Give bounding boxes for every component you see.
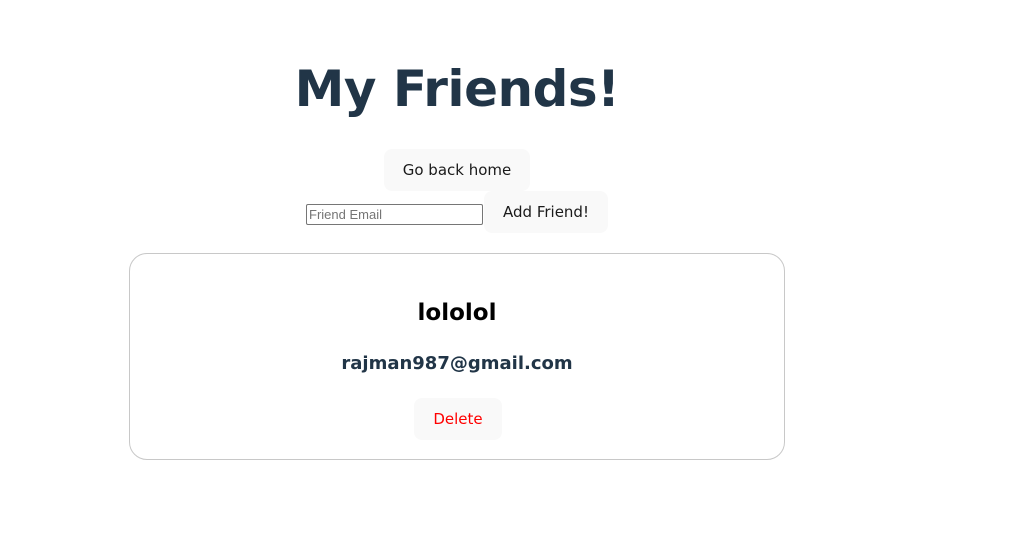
go-back-home-button[interactable]: Go back home <box>384 149 530 191</box>
friends-page: My Friends! Go back home Add Friend! lol… <box>0 0 1016 544</box>
friend-email: rajman987@gmail.com <box>341 353 573 374</box>
friend-card: lololol rajman987@gmail.com Delete <box>129 253 785 460</box>
friend-name: lololol <box>417 300 497 326</box>
page-title: My Friends! <box>294 60 620 118</box>
friend-email-input[interactable] <box>306 204 483 225</box>
delete-friend-button[interactable]: Delete <box>414 398 502 440</box>
add-friend-button[interactable]: Add Friend! <box>484 191 608 233</box>
